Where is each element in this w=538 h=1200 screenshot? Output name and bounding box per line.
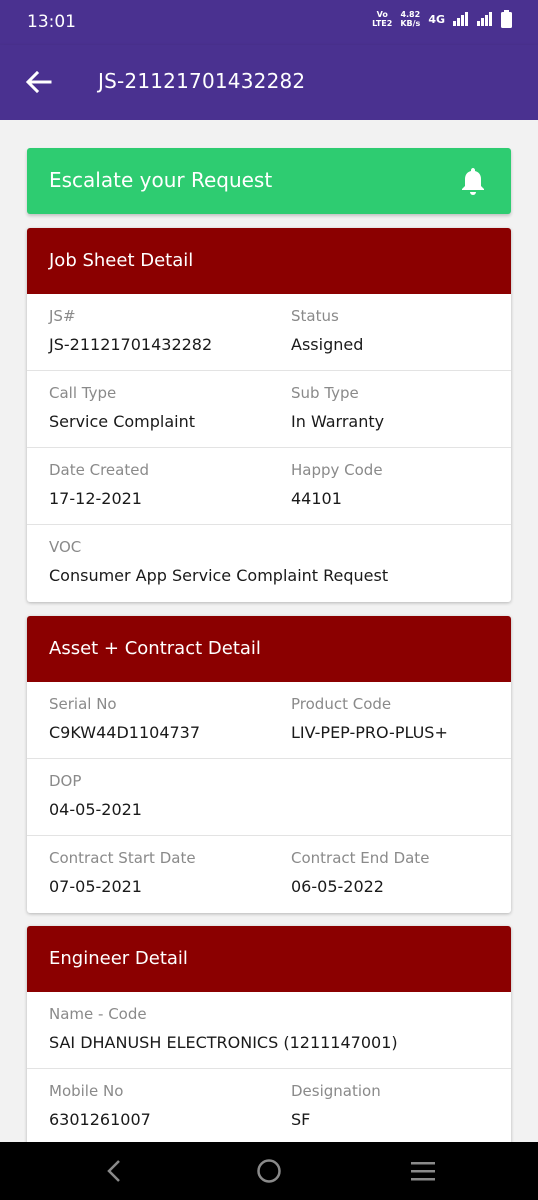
network-type: 4G [428, 12, 445, 26]
signal-icon-2 [477, 12, 492, 26]
field-label: Sub Type [291, 384, 359, 402]
field-value: SAI DHANUSH ELECTRONICS (1211147001) [49, 1033, 398, 1052]
detail-row: Contract Start Date 07-05-2021 Contract … [27, 836, 511, 913]
detail-row: DOP 04-05-2021 [27, 759, 511, 836]
status-time: 13:01 [27, 12, 76, 32]
field-label: Mobile No [49, 1082, 124, 1100]
status-bar: 13:01 Vo LTE2 4.82 KB/s 4G [0, 0, 538, 45]
field-value: C9KW44D1104737 [49, 723, 201, 742]
field-value: LIV-PEP-PRO-PLUS+ [291, 723, 448, 742]
status-icons: Vo LTE2 4.82 KB/s 4G [372, 10, 512, 28]
field-value: JS-21121701432282 [49, 335, 213, 354]
nav-back-button[interactable] [100, 1157, 128, 1185]
field-label: Serial No [49, 695, 117, 713]
escalate-label: Escalate your Request [49, 168, 273, 192]
field-label: DOP [49, 772, 82, 790]
field-value: 07-05-2021 [49, 877, 142, 896]
detail-row: Name - Code SAI DHANUSH ELECTRONICS (121… [27, 992, 511, 1069]
escalate-request-button[interactable]: Escalate your Request [27, 148, 511, 214]
field-value: Consumer App Service Complaint Request [49, 566, 389, 585]
signal-icon [453, 12, 468, 26]
field-value[interactable]: 6301261007 [49, 1110, 151, 1129]
detail-row: VOC Consumer App Service Complaint Reque… [27, 525, 511, 602]
asset-contract-card: Asset + Contract Detail Serial No C9KW44… [27, 616, 511, 913]
nav-home-icon [257, 1159, 281, 1183]
field-label: Contract End Date [291, 849, 430, 867]
field-label: Name - Code [49, 1005, 147, 1023]
detail-row: Mobile No 6301261007 Designation SF [27, 1069, 511, 1142]
field-label: Call Type [49, 384, 117, 402]
field-value: Assigned [291, 335, 364, 354]
field-value: In Warranty [291, 412, 385, 431]
field-label: Designation [291, 1082, 381, 1100]
field-label: Date Created [49, 461, 149, 479]
detail-row: Date Created 17-12-2021 Happy Code 44101 [27, 448, 511, 525]
field-label: Status [291, 307, 339, 325]
field-label: Product Code [291, 695, 392, 713]
job-sheet-card: Job Sheet Detail JS# JS-21121701432282 S… [27, 228, 511, 602]
nav-menu-button[interactable] [408, 1157, 438, 1185]
nav-back-icon [107, 1160, 120, 1182]
bell-icon [462, 168, 484, 195]
field-label: JS# [49, 307, 76, 325]
field-label: Contract Start Date [49, 849, 196, 867]
back-button[interactable] [22, 65, 56, 99]
volte-indicator: Vo LTE2 [372, 10, 393, 28]
field-value: SF [291, 1110, 311, 1129]
app-bar: JS-21121701432282 [0, 45, 538, 120]
system-nav-bar [0, 1142, 538, 1200]
battery-icon [501, 10, 512, 28]
engineer-header: Engineer Detail [27, 926, 511, 992]
field-value: 17-12-2021 [49, 489, 142, 508]
field-value: 06-05-2022 [291, 877, 384, 896]
main-content[interactable]: Escalate your Request Job Sheet Detail J… [0, 120, 538, 1142]
field-value: Service Complaint [49, 412, 196, 431]
field-label: Happy Code [291, 461, 383, 479]
engineer-card: Engineer Detail Name - Code SAI DHANUSH … [27, 926, 511, 1142]
page-title: JS-21121701432282 [98, 69, 306, 93]
nav-menu-icon [411, 1162, 435, 1181]
arrow-left-icon [26, 71, 52, 93]
field-value: 04-05-2021 [49, 800, 142, 819]
asset-contract-header: Asset + Contract Detail [27, 616, 511, 682]
job-sheet-header: Job Sheet Detail [27, 228, 511, 294]
nav-home-button[interactable] [255, 1157, 283, 1185]
detail-row: Serial No C9KW44D1104737 Product Code LI… [27, 682, 511, 759]
network-speed: 4.82 KB/s [400, 10, 421, 28]
detail-row: JS# JS-21121701432282 Status Assigned [27, 294, 511, 371]
detail-row: Call Type Service Complaint Sub Type In … [27, 371, 511, 448]
field-value: 44101 [291, 489, 342, 508]
field-label: VOC [49, 538, 82, 556]
